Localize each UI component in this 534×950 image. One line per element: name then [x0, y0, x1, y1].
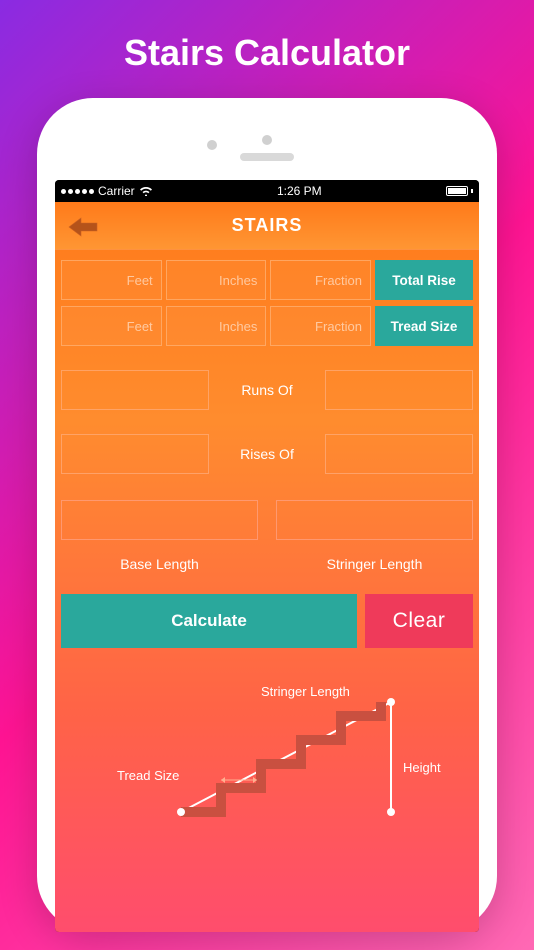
diagram-tread-label: Tread Size	[117, 768, 179, 783]
base-length-output	[61, 500, 258, 540]
runs-row: Runs Of	[61, 370, 473, 410]
base-length-label: Base Length	[61, 556, 258, 572]
promo-title: Stairs Calculator	[0, 0, 534, 98]
input-row-total-rise: Feet Inches Fraction Total Rise	[61, 260, 473, 300]
rises-count-output	[61, 434, 209, 474]
battery-icon	[446, 186, 473, 196]
screen-title: STAIRS	[232, 215, 303, 236]
clock: 1:26 PM	[277, 184, 322, 198]
feet-input-tread[interactable]: Feet	[61, 306, 162, 346]
signal-icon	[61, 189, 94, 194]
rises-value-output	[325, 434, 473, 474]
carrier-label: Carrier	[98, 184, 135, 198]
clear-button[interactable]: Clear	[365, 594, 473, 648]
stringer-length-output	[276, 500, 473, 540]
action-buttons: Calculate Clear	[61, 594, 473, 648]
total-rise-tag[interactable]: Total Rise	[375, 260, 473, 300]
rises-row: Rises Of	[61, 434, 473, 474]
feet-input-rise[interactable]: Feet	[61, 260, 162, 300]
fraction-input-tread[interactable]: Fraction	[270, 306, 371, 346]
diagram-stringer-label: Stringer Length	[261, 684, 350, 699]
back-button[interactable]	[67, 216, 99, 238]
input-row-tread-size: Feet Inches Fraction Tread Size	[61, 306, 473, 346]
status-bar: Carrier 1:26 PM	[55, 180, 479, 202]
stringer-length-label: Stringer Length	[276, 556, 473, 572]
wifi-icon	[139, 184, 153, 199]
runs-value-output	[325, 370, 473, 410]
tread-size-tag[interactable]: Tread Size	[375, 306, 473, 346]
app-body: STAIRS Feet Inches Fraction Total Rise F…	[55, 202, 479, 932]
screen: Carrier 1:26 PM STAIRS	[55, 180, 479, 932]
runs-label: Runs Of	[217, 382, 317, 398]
inches-input-rise[interactable]: Inches	[166, 260, 267, 300]
phone-speaker-area	[55, 116, 479, 180]
runs-count-output	[61, 370, 209, 410]
stairs-diagram: Stringer Length Tread Size Height	[61, 682, 473, 842]
rises-label: Rises Of	[217, 446, 317, 462]
phone-frame: Carrier 1:26 PM STAIRS	[37, 98, 497, 932]
lengths-row: Base Length Stringer Length	[61, 500, 473, 572]
inches-input-tread[interactable]: Inches	[166, 306, 267, 346]
fraction-input-rise[interactable]: Fraction	[270, 260, 371, 300]
diagram-height-label: Height	[403, 760, 441, 775]
nav-bar: STAIRS	[55, 202, 479, 250]
calculate-button[interactable]: Calculate	[61, 594, 357, 648]
